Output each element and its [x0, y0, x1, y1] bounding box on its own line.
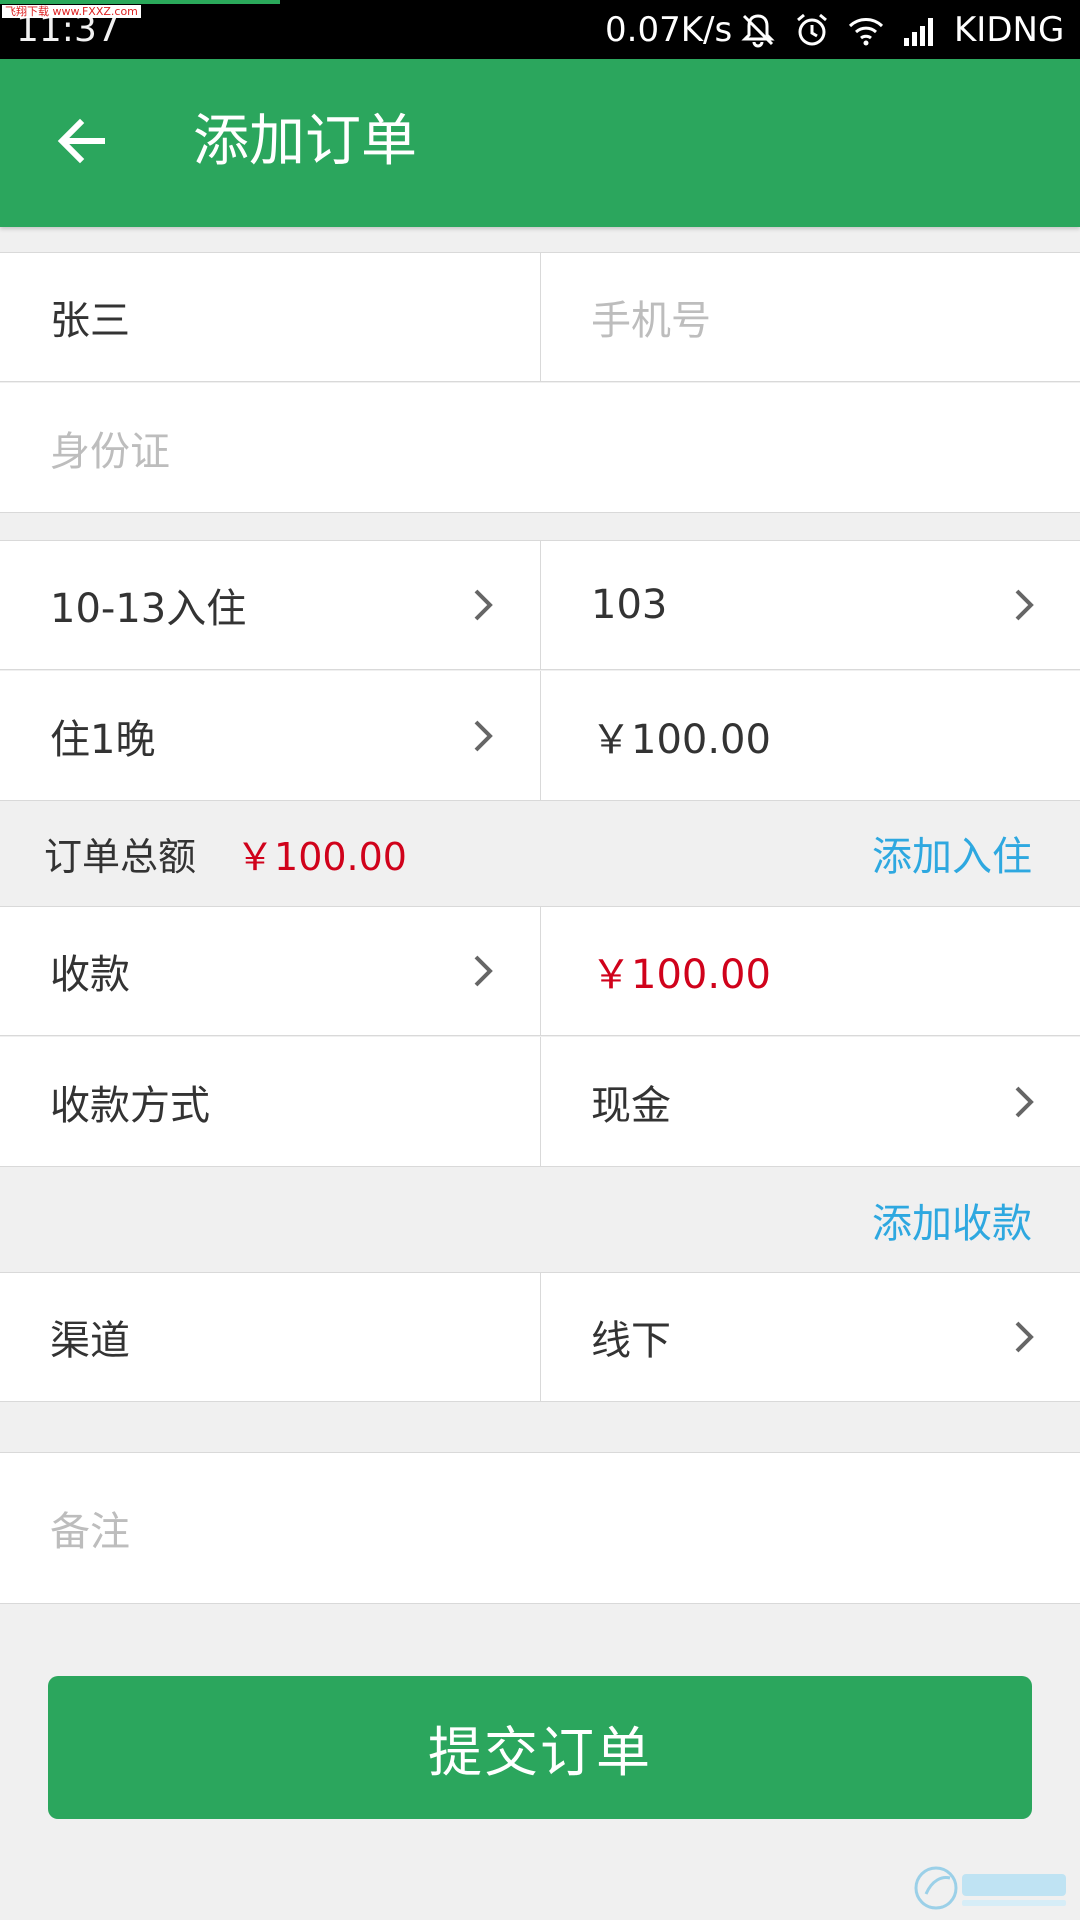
payment-method-label-cell: 收款方式	[0, 1037, 539, 1166]
carrier-name: KIDNG	[954, 10, 1065, 50]
network-speed: 0.07K/s	[605, 10, 733, 50]
room-price-field[interactable]: ￥100.00	[540, 671, 1080, 800]
submit-order-button[interactable]: 提交订单	[48, 1676, 1032, 1819]
page-title: 添加订单	[193, 109, 417, 174]
guest-row-name-phone: 张三 手机号	[0, 252, 1080, 382]
status-icons	[738, 10, 940, 50]
channel-label-cell: 渠道	[0, 1273, 539, 1401]
remark-row: 备注	[0, 1452, 1080, 1604]
room-number-value: 103	[591, 582, 668, 628]
back-arrow-icon[interactable]	[50, 109, 114, 173]
order-total-label: 订单总额	[44, 834, 197, 879]
channel-row: 渠道 线下	[0, 1272, 1080, 1402]
order-total-amount: ￥100.00	[236, 834, 407, 879]
id-card-placeholder: 身份证	[50, 428, 170, 475]
payment-amount-value: ￥100.00	[591, 952, 771, 998]
order-total-bar: 订单总额 ￥100.00 添加入住	[0, 803, 1080, 903]
stay-row-nights-price: 住1晚 ￥100.00	[0, 671, 1080, 801]
add-payment-link[interactable]: 添加收款	[872, 1191, 1032, 1249]
room-price-value: ￥100.00	[591, 716, 771, 763]
channel-selector[interactable]: 线下	[540, 1273, 1080, 1401]
channel-value: 线下	[591, 1318, 671, 1364]
watermark-text: 飞翔下载 www.FXXZ.com	[2, 5, 141, 18]
checkin-date-selector[interactable]: 10-13入住	[0, 541, 539, 669]
chevron-right-icon	[474, 955, 493, 987]
checkin-date-value: 10-13入住	[50, 586, 247, 632]
payment-method-selector[interactable]: 现金	[540, 1037, 1080, 1166]
mute-bell-icon	[741, 14, 775, 48]
payment-label: 收款	[50, 952, 130, 998]
nights-value: 住1晚	[50, 716, 156, 763]
remark-field[interactable]: 备注	[0, 1453, 1080, 1603]
guest-name-field[interactable]: 张三	[0, 253, 539, 381]
payment-type-selector[interactable]: 收款	[0, 907, 539, 1035]
id-card-field[interactable]: 身份证	[0, 383, 1080, 512]
download-progress-bar	[0, 0, 280, 4]
chevron-right-icon	[1015, 589, 1034, 621]
stay-row-date-room: 10-13入住 103	[0, 540, 1080, 670]
remark-placeholder: 备注	[50, 1509, 130, 1555]
nights-selector[interactable]: 住1晚	[0, 671, 539, 800]
chevron-right-icon	[1015, 1086, 1034, 1117]
add-payment-bar: 添加收款	[0, 1170, 1080, 1270]
phone-field[interactable]: 手机号	[540, 253, 1080, 381]
payment-method-label: 收款方式	[50, 1082, 210, 1129]
signal-icon	[904, 18, 933, 46]
chevron-right-icon	[474, 589, 493, 621]
guest-name-value: 张三	[50, 298, 130, 344]
chevron-right-icon	[474, 720, 493, 751]
watermark-logo-icon	[914, 1866, 1066, 1910]
room-selector[interactable]: 103	[540, 541, 1080, 669]
phone-placeholder: 手机号	[591, 298, 711, 344]
guest-row-id: 身份证	[0, 383, 1080, 513]
chevron-right-icon	[1015, 1321, 1034, 1353]
channel-label: 渠道	[50, 1318, 130, 1364]
payment-row-amount: 收款 ￥100.00	[0, 906, 1080, 1036]
status-bar: 11:37 飞翔下载 www.FXXZ.com 0.07K/s KIDNG	[0, 0, 1080, 59]
payment-method-value: 现金	[591, 1082, 671, 1129]
alarm-icon	[797, 13, 827, 46]
wifi-icon	[848, 18, 884, 46]
payment-row-method: 收款方式 现金	[0, 1037, 1080, 1167]
payment-amount-field[interactable]: ￥100.00	[540, 907, 1080, 1035]
add-checkin-link[interactable]: 添加入住	[872, 824, 1032, 882]
app-bar: 添加订单	[0, 59, 1080, 227]
